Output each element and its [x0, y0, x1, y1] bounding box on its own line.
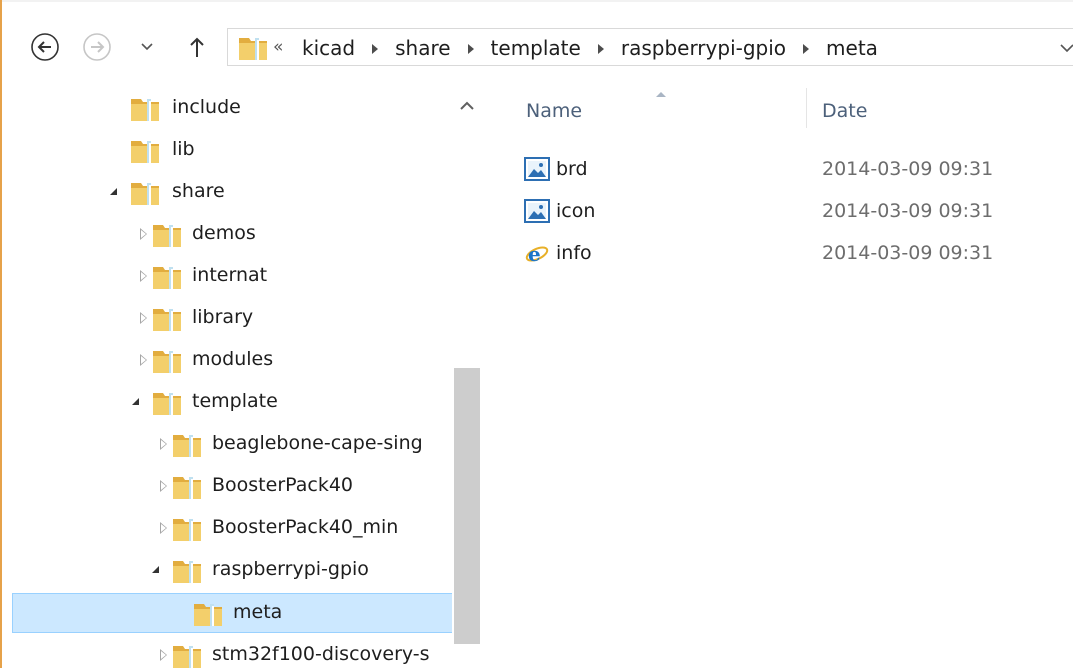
- recent-locations-button[interactable]: [136, 32, 158, 62]
- column-header-date[interactable]: Date: [822, 100, 867, 122]
- folder-icon: [153, 267, 181, 289]
- navigation-bar: « kicad share template raspberrypi-gpio …: [2, 2, 1073, 88]
- file-name: icon: [556, 200, 596, 222]
- html-file-icon: e: [525, 242, 549, 266]
- folder-icon: [131, 183, 159, 205]
- file-row-brd[interactable]: brd 2014-03-09 09:31: [484, 150, 1073, 192]
- tree-item-library[interactable]: library: [2, 298, 452, 340]
- folder-icon: [153, 351, 181, 373]
- file-row-info[interactable]: e info 2014-03-09 09:31: [484, 234, 1073, 276]
- chevron-down-icon: [141, 43, 153, 51]
- tree-item-share[interactable]: share: [2, 172, 452, 214]
- tree-item-beaglebone-cape-sing[interactable]: beaglebone-cape-sing: [2, 424, 452, 466]
- svg-text:e: e: [528, 242, 541, 266]
- folder-icon: [239, 38, 267, 60]
- breadcrumb-separator-icon[interactable]: [372, 44, 379, 54]
- folder-icon: [173, 646, 201, 668]
- folder-icon: [194, 604, 222, 626]
- file-row-icon[interactable]: icon 2014-03-09 09:31: [484, 192, 1073, 234]
- tree-item-label: include: [172, 96, 241, 118]
- breadcrumb-separator-icon[interactable]: [803, 44, 810, 54]
- tree-item-label: raspberrypi-gpio: [212, 558, 369, 580]
- breadcrumb: kicad share template raspberrypi-gpio me…: [300, 36, 880, 60]
- file-date: 2014-03-09 09:31: [822, 158, 994, 180]
- folder-icon: [131, 99, 159, 121]
- arrow-up-icon: [190, 37, 204, 57]
- tree-item-raspberrypi-gpio[interactable]: raspberrypi-gpio: [2, 550, 452, 592]
- tree-item-lib[interactable]: lib: [2, 130, 452, 172]
- tree-item-label: template: [192, 390, 278, 412]
- tree-item-label: internat: [192, 264, 268, 286]
- folder-icon: [173, 435, 201, 457]
- file-name: brd: [556, 158, 588, 180]
- collapse-arrow-icon[interactable]: [160, 649, 167, 661]
- address-dropdown-chevron-icon[interactable]: [1057, 39, 1073, 57]
- expand-arrow-icon[interactable]: [132, 398, 139, 405]
- tree-item-label: lib: [172, 138, 195, 160]
- tree-item-stm32f100-discovery-s[interactable]: stm32f100-discovery-s: [2, 635, 452, 668]
- expand-arrow-icon[interactable]: [110, 188, 117, 195]
- folder-icon: [153, 393, 181, 415]
- address-bar[interactable]: « kicad share template raspberrypi-gpio …: [227, 28, 1073, 66]
- tree-item-boosterpack40[interactable]: BoosterPack40: [2, 466, 452, 508]
- tree-item-label: beaglebone-cape-sing: [212, 432, 423, 454]
- back-arrow-icon: [31, 33, 59, 61]
- tree-item-label: demos: [192, 222, 256, 244]
- tree-item-include[interactable]: include: [2, 88, 452, 130]
- collapse-arrow-icon[interactable]: [160, 438, 167, 450]
- back-button[interactable]: [30, 32, 60, 62]
- tree-item-label: meta: [233, 601, 283, 623]
- tree-item-label: library: [192, 306, 254, 328]
- collapse-arrow-icon[interactable]: [160, 480, 167, 492]
- file-list-pane: Name Date brd 2014-03-09 09:31 icon 2014: [484, 88, 1073, 668]
- expand-arrow-icon[interactable]: [152, 566, 159, 573]
- forward-button[interactable]: [82, 32, 112, 62]
- tree-item-modules[interactable]: modules: [2, 340, 452, 382]
- tree-item-label: stm32f100-discovery-s: [212, 643, 430, 665]
- tree-item-template[interactable]: template: [2, 382, 452, 424]
- tree-item-label: modules: [192, 348, 274, 370]
- up-button[interactable]: [184, 32, 210, 62]
- file-date: 2014-03-09 09:31: [822, 242, 994, 264]
- tree-item-label: BoosterPack40: [212, 474, 354, 496]
- collapse-arrow-icon[interactable]: [140, 228, 147, 240]
- folder-icon: [173, 519, 201, 541]
- tree-item-label: BoosterPack40_min: [212, 516, 399, 538]
- breadcrumb-separator-icon[interactable]: [467, 44, 474, 54]
- breadcrumb-template[interactable]: template: [489, 36, 583, 60]
- tree-item-demos[interactable]: demos: [2, 214, 452, 256]
- breadcrumb-overflow[interactable]: «: [273, 37, 283, 57]
- collapse-arrow-icon[interactable]: [140, 354, 147, 366]
- collapse-arrow-icon[interactable]: [160, 522, 167, 534]
- breadcrumb-share[interactable]: share: [393, 36, 452, 60]
- sort-ascending-icon: [656, 92, 666, 97]
- folder-icon: [153, 309, 181, 331]
- breadcrumb-meta[interactable]: meta: [824, 36, 880, 60]
- navigation-pane-scrollbar[interactable]: [452, 88, 484, 668]
- image-file-icon: [524, 157, 550, 181]
- tree-item-label: share: [172, 180, 225, 202]
- collapse-arrow-icon[interactable]: [140, 312, 147, 324]
- folder-icon: [153, 225, 181, 247]
- navigation-pane: include lib share demos internat library…: [2, 88, 460, 668]
- file-explorer-window: « kicad share template raspberrypi-gpio …: [0, 0, 1073, 668]
- tree-item-internat[interactable]: internat: [2, 256, 452, 298]
- column-header-name[interactable]: Name: [526, 100, 582, 122]
- folder-icon: [131, 141, 159, 163]
- file-date: 2014-03-09 09:31: [822, 200, 994, 222]
- folder-icon: [173, 561, 201, 583]
- breadcrumb-separator-icon[interactable]: [597, 44, 604, 54]
- scrollbar-thumb[interactable]: [454, 368, 480, 644]
- file-name: info: [556, 242, 592, 264]
- collapse-arrow-icon[interactable]: [140, 270, 147, 282]
- breadcrumb-raspberrypi-gpio[interactable]: raspberrypi-gpio: [619, 36, 788, 60]
- tree-item-meta[interactable]: meta: [12, 593, 460, 633]
- tree-item-boosterpack40-min[interactable]: BoosterPack40_min: [2, 508, 452, 550]
- column-divider[interactable]: [806, 88, 807, 128]
- image-file-icon: [524, 199, 550, 223]
- forward-arrow-icon: [83, 33, 111, 61]
- scroll-up-arrow-icon[interactable]: [458, 98, 476, 112]
- folder-icon: [173, 477, 201, 499]
- breadcrumb-kicad[interactable]: kicad: [300, 36, 357, 60]
